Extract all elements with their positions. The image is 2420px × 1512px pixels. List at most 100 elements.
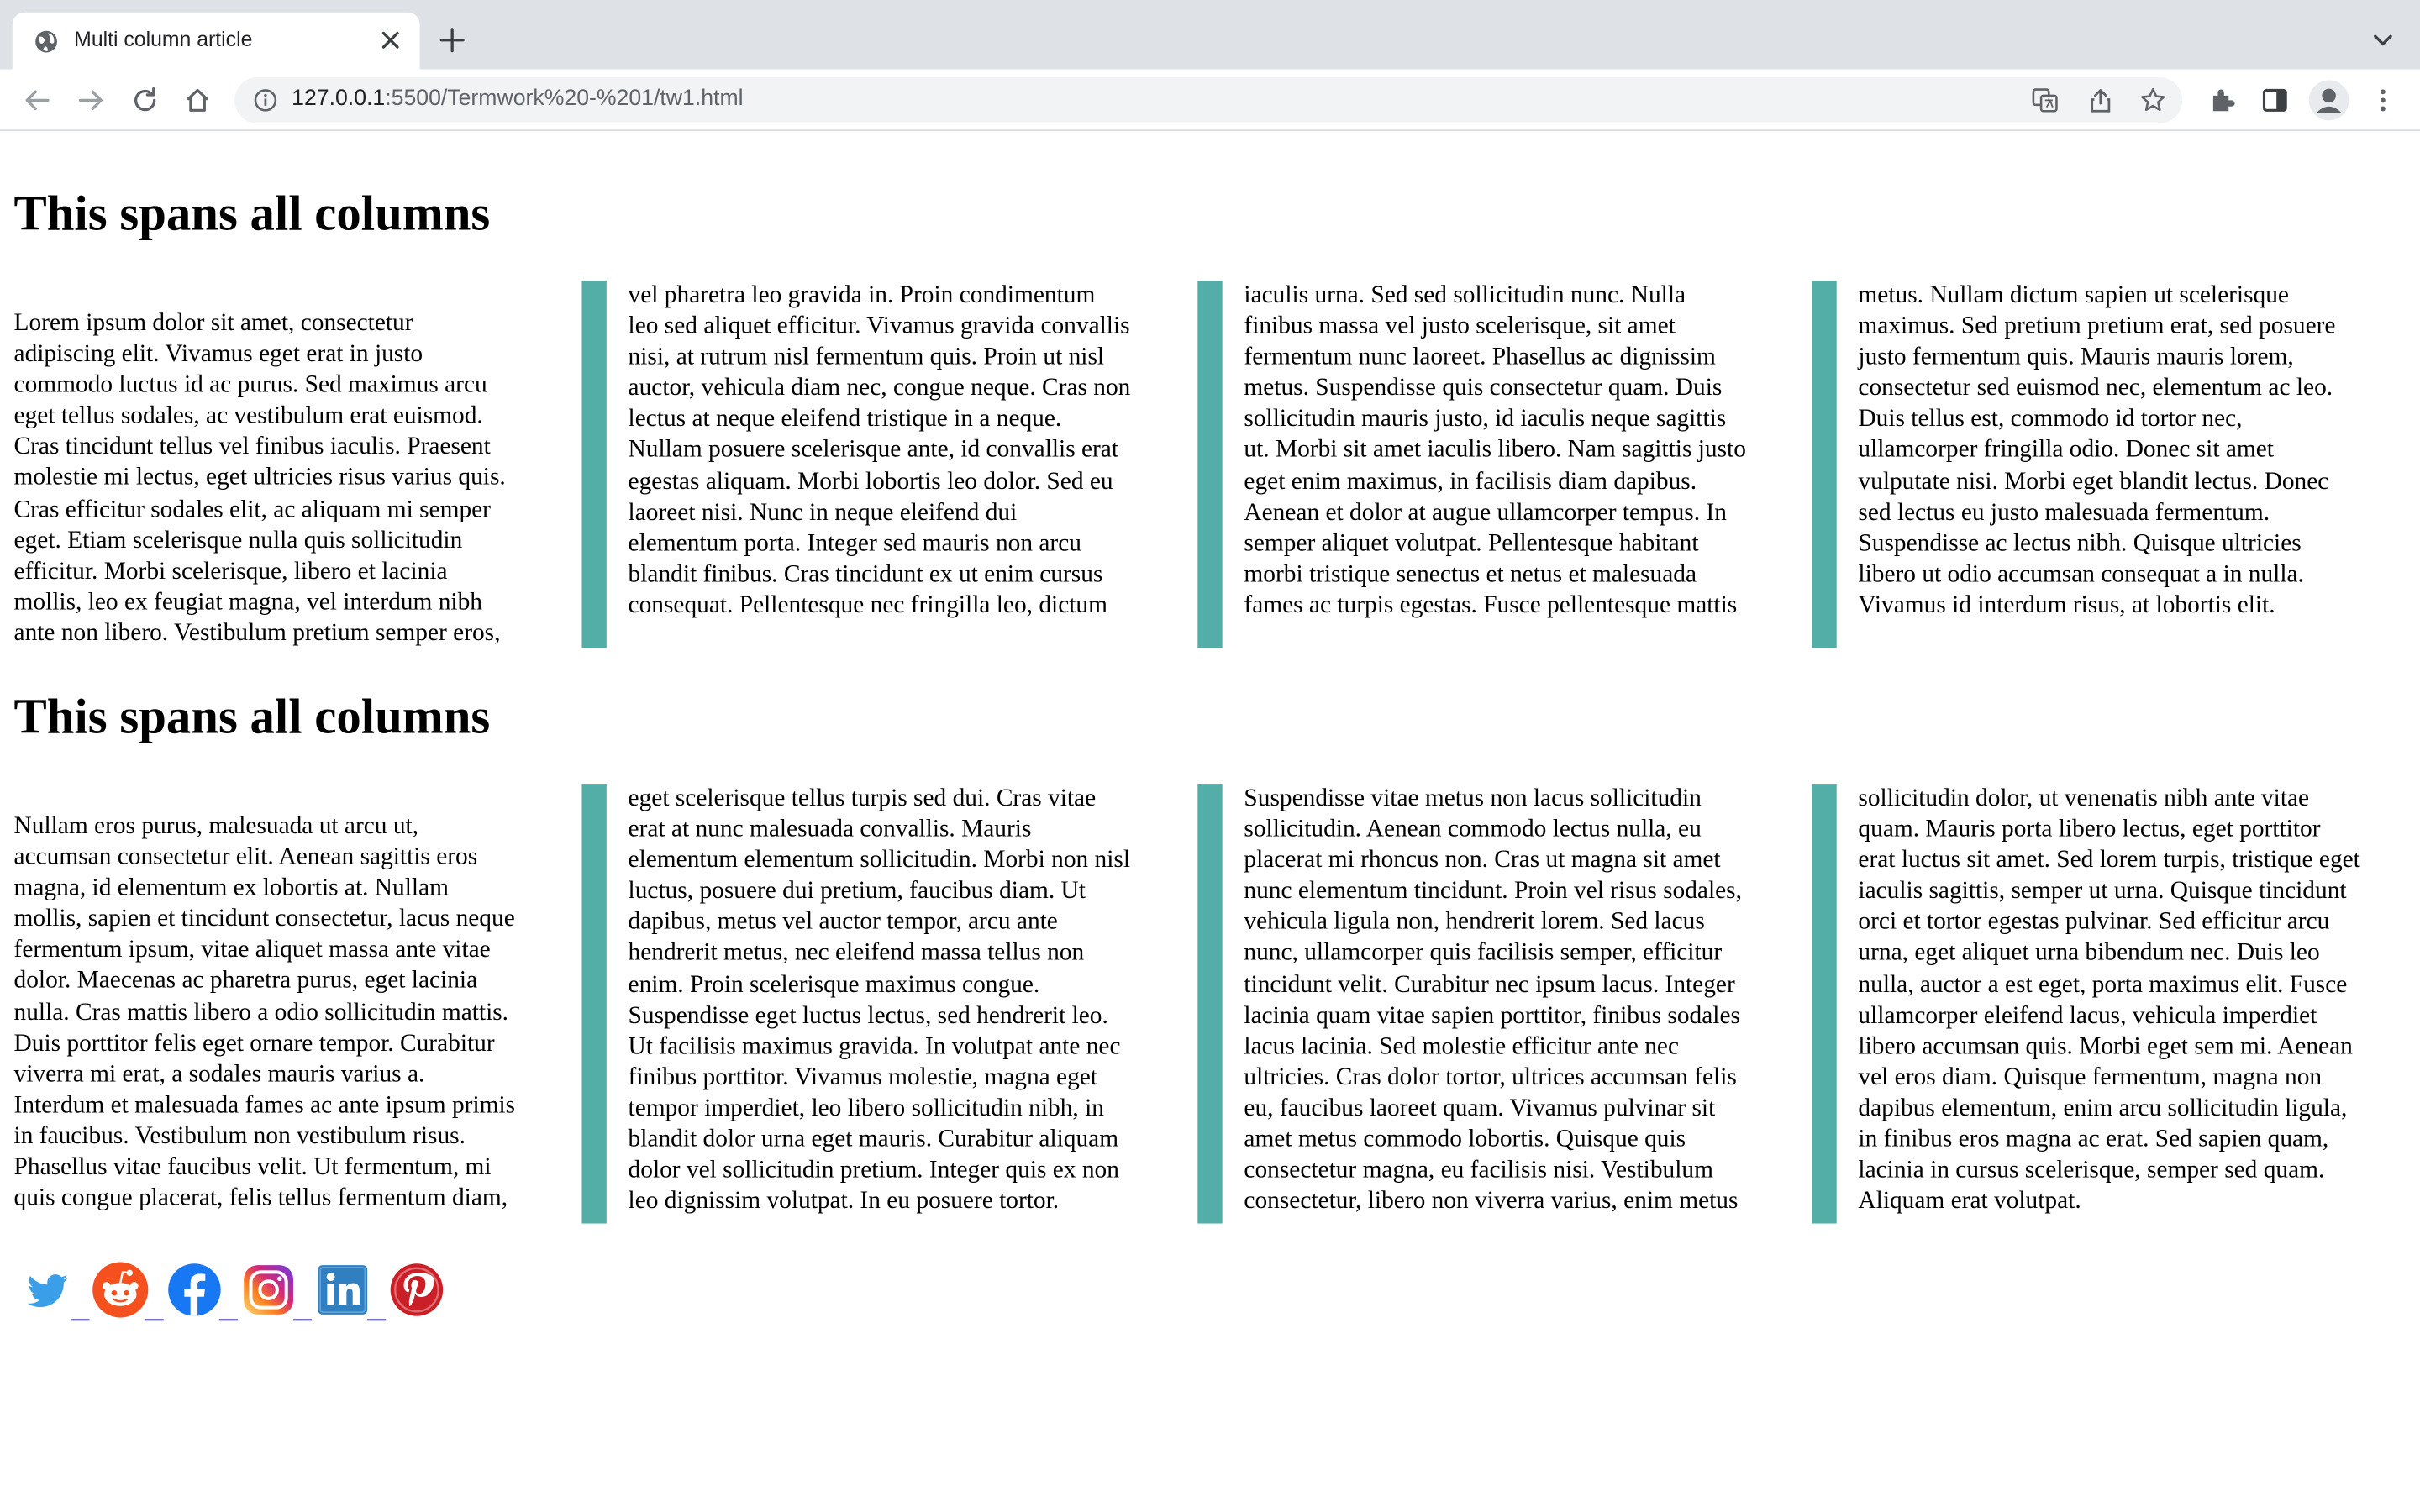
- article-column: iaculis urna. Sed sed sollicitudin nunc.…: [1244, 281, 1799, 622]
- column-text-line: vel eros diam. Quisque fermentum, magna …: [1858, 1064, 2323, 1091]
- pinterest-link[interactable]: [386, 1259, 447, 1324]
- column-text-line: Lorem ipsum dolor sit amet, consectetur: [13, 310, 413, 337]
- forward-arrow-icon[interactable]: [76, 85, 107, 116]
- column-text-line: finibus porttitor. Vivamus molestie, mag…: [628, 1064, 1097, 1091]
- section-heading: This spans all columns: [13, 185, 491, 241]
- url-host: 127.0.0.1: [292, 86, 386, 112]
- url-text[interactable]: 127.0.0.1:5500/Termwork%20-%201/tw1.html: [292, 87, 743, 111]
- article-column: sollicitudin dolor, ut venenatis nibh an…: [1858, 784, 2413, 1218]
- column-text-line: dolor vel sollicitudin pretium. Integer …: [628, 1157, 1119, 1184]
- column-text-line: consequat. Pellentesque nec fringilla le…: [628, 592, 1108, 619]
- column-text-line: Phasellus vitae faucibus velit. Ut ferme…: [13, 1153, 492, 1181]
- column-text-line: maximus. Sed pretium pretium erat, sed p…: [1858, 313, 2336, 340]
- column-rule: [1812, 281, 1837, 648]
- column-text-line: dapibus elementum, enim arcu sollicitudi…: [1858, 1095, 2348, 1122]
- close-icon[interactable]: [376, 26, 404, 54]
- column-text-line: elementum elementum sollicitudin. Morbi …: [628, 847, 1131, 874]
- column-text-line: Cras tincidunt tellus vel finibus iaculi…: [13, 433, 491, 461]
- home-icon[interactable]: [182, 85, 213, 116]
- column-text-line: eu, faucibus laoreet quam. Vivamus pulvi…: [1244, 1095, 1716, 1122]
- column-text-line: egestas aliquam. Morbi lobortis leo dolo…: [628, 468, 1113, 495]
- facebook-icon: [168, 1263, 221, 1316]
- twitter-link[interactable]: [15, 1259, 90, 1324]
- column-text-line: lectus at neque eleifend tristique in a …: [628, 406, 1062, 433]
- column-text-line: sed lectus eu justo malesuada fermentum.: [1858, 499, 2270, 526]
- column-text-line: nulla, auctor a est eget, porta maximus …: [1858, 971, 2348, 998]
- column-text-line: viverra mi erat, a sodales mauris varius…: [13, 1061, 425, 1088]
- info-icon[interactable]: [253, 88, 277, 113]
- column-text-line: libero ut odio accumsan consequat a in n…: [1858, 561, 2304, 588]
- column-text-line: adipiscing elit. Vivamus eget erat in ju…: [13, 341, 424, 368]
- column-text-line: leo dignissim volutpat. In eu posuere to…: [628, 1188, 1060, 1215]
- browser-toolbar: 127.0.0.1:5500/Termwork%20-%201/tw1.html: [0, 69, 2420, 132]
- column-text-line: ante non libero. Vestibulum pretium semp…: [13, 620, 501, 647]
- column-text-line: luctus, posuere dui pretium, faucibus di…: [628, 878, 1086, 905]
- linkedin-link[interactable]: [312, 1259, 387, 1324]
- column-text-line: fermentum nunc laoreet. Phasellus ac dig…: [1244, 344, 1716, 371]
- reload-icon[interactable]: [129, 85, 160, 116]
- column-text-line: enim. Proin scelerisque maximus congue.: [628, 971, 1040, 998]
- column-text-line: morbi tristique senectus et netus et mal…: [1244, 561, 1697, 588]
- column-text-line: Suspendisse eget luctus lectus, sed hend…: [628, 1002, 1108, 1029]
- column-text-line: leo sed aliquet efficitur. Vivamus gravi…: [628, 313, 1130, 340]
- article-column: metus. Nullam dictum sapien ut scelerisq…: [1858, 281, 2413, 622]
- column-text-line: quam. Mauris porta libero lectus, eget p…: [1858, 816, 2321, 843]
- profile-avatar[interactable]: [2308, 80, 2349, 121]
- new-tab-icon[interactable]: [437, 24, 468, 55]
- column-text-line: Ut facilisis maximus gravida. In volutpa…: [628, 1033, 1121, 1060]
- translate-icon[interactable]: [2031, 87, 2059, 114]
- column-rule: [1812, 784, 1837, 1224]
- column-text-line: metus. Nullam dictum sapien ut scelerisq…: [1858, 282, 2289, 309]
- column-text-line: dolor. Maecenas ac pharetra purus, eget …: [13, 968, 478, 995]
- column-text-line: fermentum ipsum, vitae aliquet massa ant…: [13, 937, 491, 963]
- column-text-line: nulla. Cras mattis libero a odio sollici…: [13, 999, 509, 1026]
- reddit-link[interactable]: [90, 1259, 164, 1324]
- column-text-line: dapibus, metus vel auctor tempor, arcu a…: [628, 909, 1058, 936]
- column-text-line: metus. Suspendisse quis consectetur quam…: [1244, 375, 1723, 402]
- column-text-line: eget. Etiam scelerisque nulla quis solli…: [13, 527, 463, 554]
- column-text-line: Aenean et dolor at augue ullamcorper tem…: [1244, 499, 1727, 526]
- column-text-line: commodo luctus id ac purus. Sed maximus …: [13, 371, 487, 399]
- instagram-icon: [244, 1265, 293, 1315]
- column-text-line: Duis tellus est, commodo id tortor nec,: [1858, 406, 2243, 433]
- more-vert-icon[interactable]: [2368, 85, 2399, 116]
- column-text-line: Vivamus id interdum risus, at lobortis e…: [1858, 592, 2275, 619]
- url-path: :5500/Termwork%20-%201/tw1.html: [385, 86, 744, 112]
- section-heading: This spans all columns: [13, 688, 491, 744]
- back-arrow-icon[interactable]: [22, 85, 53, 116]
- column-text-line: consectetur, libero non viverra varius, …: [1244, 1188, 1739, 1215]
- column-text-line: erat luctus sit amet. Sed lorem turpis, …: [1858, 847, 2360, 874]
- column-text-line: finibus massa vel justo scelerisque, sit…: [1244, 313, 1676, 340]
- browser-tab[interactable]: Multi column article: [12, 12, 420, 70]
- column-text-line: hendrerit metus, nec eleifend massa tell…: [628, 940, 1085, 967]
- column-text-line: urna, eget aliquet urna bibendum nec. Du…: [1858, 940, 2320, 967]
- facebook-link[interactable]: [164, 1259, 238, 1324]
- column-text-line: amet metus commodo lobortis. Quisque qui…: [1244, 1126, 1686, 1153]
- column-text-line: erat at nunc malesuada convallis. Mauris: [628, 816, 1032, 843]
- column-text-line: Nullam posuere scelerisque ante, id conv…: [628, 437, 1119, 464]
- column-rule: [581, 281, 607, 648]
- column-text-line: Duis porttitor felis eget ornare tempor.…: [13, 1030, 495, 1057]
- star-icon[interactable]: [2139, 87, 2167, 114]
- column-rule: [1197, 281, 1223, 648]
- share-icon[interactable]: [2086, 87, 2114, 114]
- tab-title: Multi column article: [74, 28, 253, 51]
- column-text-line: eget enim maximus, in facilisis diam dap…: [1244, 468, 1697, 495]
- article-column: Nullam eros purus, malesuada ut arcu ut,…: [14, 811, 570, 1215]
- column-text-line: nunc, ullamcorper quis facilisis semper,…: [1244, 940, 1723, 967]
- column-text-line: justo fermentum quis. Mauris mauris lore…: [1858, 344, 2294, 371]
- column-text-line: in finibus eros magna ac erat. Sed sapie…: [1858, 1126, 2329, 1153]
- extensions-icon[interactable]: [2207, 85, 2238, 116]
- column-text-line: vel pharetra leo gravida in. Proin condi…: [628, 282, 1096, 309]
- column-text-line: sollicitudin dolor, ut venenatis nibh an…: [1858, 785, 2310, 812]
- column-text-line: blandit finibus. Cras tincidunt ex ut en…: [628, 561, 1103, 588]
- side-panel-icon[interactable]: [2260, 85, 2291, 116]
- instagram-link[interactable]: [238, 1259, 313, 1324]
- column-text-line: libero accumsan quis. Morbi eget sem mi.…: [1858, 1033, 2353, 1060]
- chevron-down-icon[interactable]: [2370, 28, 2395, 52]
- article-column: eget scelerisque tellus turpis sed dui. …: [629, 784, 1184, 1218]
- column-text-line: orci et tortor egestas pulvinar. Sed eff…: [1858, 909, 2330, 936]
- column-text-line: consectetur sed euismod nec, elementum a…: [1858, 375, 2333, 402]
- globe-icon: [35, 30, 57, 53]
- address-bar[interactable]: 127.0.0.1:5500/Termwork%20-%201/tw1.html: [234, 76, 2183, 123]
